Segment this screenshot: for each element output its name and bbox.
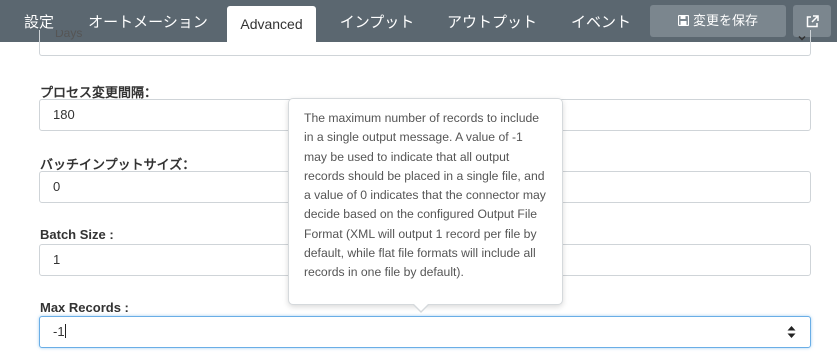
text-caret — [64, 324, 66, 338]
external-link-icon — [806, 15, 819, 28]
max-records-label: Max Records : — [40, 300, 129, 315]
interval-unit-select[interactable]: Days — [39, 30, 811, 56]
max-records-tooltip: The maximum number of records to include… — [288, 98, 563, 305]
max-records-input[interactable]: -1 — [39, 316, 811, 348]
save-button-label: 変更を保存 — [692, 13, 758, 28]
batch-size-label: Batch Size : — [40, 227, 114, 242]
number-spinner-icon[interactable] — [787, 325, 796, 339]
chevron-down-icon — [798, 36, 806, 41]
tooltip-arrow-inner — [413, 303, 429, 311]
max-records-value: -1 — [53, 324, 65, 339]
interval-unit-value: Days — [55, 30, 83, 40]
